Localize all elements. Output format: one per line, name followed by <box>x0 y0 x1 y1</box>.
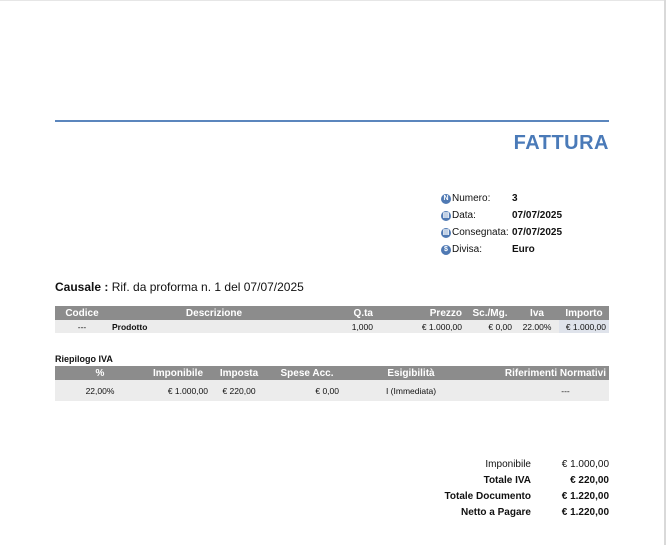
col-percentuale: % <box>55 366 145 380</box>
col-codice: Codice <box>55 306 109 320</box>
col-spese: Spese Acc. <box>267 366 347 380</box>
meta-number: N Numero: 3 <box>441 190 562 207</box>
col-prezzo: Prezzo <box>379 306 465 320</box>
total-label: Imponibile <box>485 458 531 470</box>
col-qta: Q.ta <box>319 306 379 320</box>
items-table: Codice Descrizione Q.ta Prezzo Sc./Mg. I… <box>55 306 609 333</box>
causale-text: Rif. da proforma n. 1 del 07/07/2025 <box>108 280 304 294</box>
col-importo: Importo <box>559 306 609 320</box>
meta-value: 3 <box>512 193 518 204</box>
total-imponibile: Imponibile € 1.000,00 <box>445 456 609 472</box>
col-descrizione: Descrizione <box>109 306 319 320</box>
cell-imponibile: € 1.000,00 <box>145 380 211 401</box>
meta-label: Numero: <box>452 193 491 204</box>
cell-iva: 22.00% <box>515 320 559 333</box>
total-iva: Totale IVA € 220,00 <box>445 472 609 488</box>
total-value: € 1.000,00 <box>561 458 609 470</box>
number-icon: N <box>441 193 451 204</box>
totals-block: Imponibile € 1.000,00 Totale IVA € 220,0… <box>445 456 609 520</box>
table-row: --- Prodotto 1,000 € 1.000,00 € 0,00 22.… <box>55 320 609 333</box>
meta-value: 07/07/2025 <box>512 210 563 221</box>
meta-label: Data: <box>452 210 476 221</box>
total-value: € 220,00 <box>570 474 609 486</box>
causale: Causale : Rif. da proforma n. 1 del 07/0… <box>55 280 304 294</box>
meta-currency: $ Divisa: Euro <box>441 241 562 258</box>
cell-prezzo: € 1.000,00 <box>379 320 465 333</box>
riepilogo-table: % Imponibile Imposta Spese Acc. Esigibil… <box>55 366 609 401</box>
col-esigibilita: Esigibilità <box>347 366 475 380</box>
meta-value: Euro <box>512 244 535 255</box>
cell-importo: € 1.000,00 <box>559 320 609 333</box>
total-documento: Totale Documento € 1.220,00 <box>445 488 609 504</box>
total-label: Totale IVA <box>483 474 531 486</box>
items-header-row: Codice Descrizione Q.ta Prezzo Sc./Mg. I… <box>55 306 609 320</box>
meta-date: ▤ Data: 07/07/2025 <box>441 207 562 224</box>
riepilogo-title: Riepilogo IVA <box>55 354 113 364</box>
total-label: Netto a Pagare <box>460 506 531 518</box>
total-label: Totale Documento <box>444 490 531 502</box>
calendar-icon: ▤ <box>441 210 451 221</box>
page-top-border <box>0 0 666 1</box>
col-sconto: Sc./Mg. <box>465 306 515 320</box>
total-value: € 1.220,00 <box>561 490 609 502</box>
header-rule <box>55 120 609 122</box>
meta-value: 07/07/2025 <box>512 227 563 238</box>
currency-icon: $ <box>441 244 451 255</box>
delivery-icon: ▤ <box>441 227 451 238</box>
total-value: € 1.220,00 <box>561 506 609 518</box>
causale-label: Causale : <box>55 280 109 294</box>
table-row: 22,00% € 1.000,00 € 220,00 € 0,00 I (Imm… <box>55 380 609 401</box>
col-iva: Iva <box>515 306 559 320</box>
cell-qta: 1,000 <box>319 320 379 333</box>
cell-descrizione: Prodotto <box>109 320 319 333</box>
total-netto: Netto a Pagare € 1.220,00 <box>445 504 609 520</box>
cell-imposta: € 220,00 <box>211 380 267 401</box>
col-imponibile: Imponibile <box>145 366 211 380</box>
col-riferimenti: Riferimenti Normativi <box>475 366 609 380</box>
riepilogo-header-row: % Imponibile Imposta Spese Acc. Esigibil… <box>55 366 609 380</box>
invoice-meta: N Numero: 3 ▤ Data: 07/07/2025 ▤ Consegn… <box>441 190 562 258</box>
cell-sconto: € 0,00 <box>465 320 515 333</box>
col-imposta: Imposta <box>211 366 267 380</box>
cell-percentuale: 22,00% <box>55 380 145 401</box>
document-title: FATTURA <box>513 132 609 154</box>
meta-label: Divisa: <box>452 244 483 255</box>
meta-label: Consegnata: <box>452 227 509 238</box>
cell-riferimenti: --- <box>475 380 609 401</box>
cell-codice: --- <box>55 320 109 333</box>
meta-delivered: ▤ Consegnata: 07/07/2025 <box>441 224 562 241</box>
cell-esigibilita: I (Immediata) <box>347 380 475 401</box>
cell-spese: € 0,00 <box>267 380 347 401</box>
